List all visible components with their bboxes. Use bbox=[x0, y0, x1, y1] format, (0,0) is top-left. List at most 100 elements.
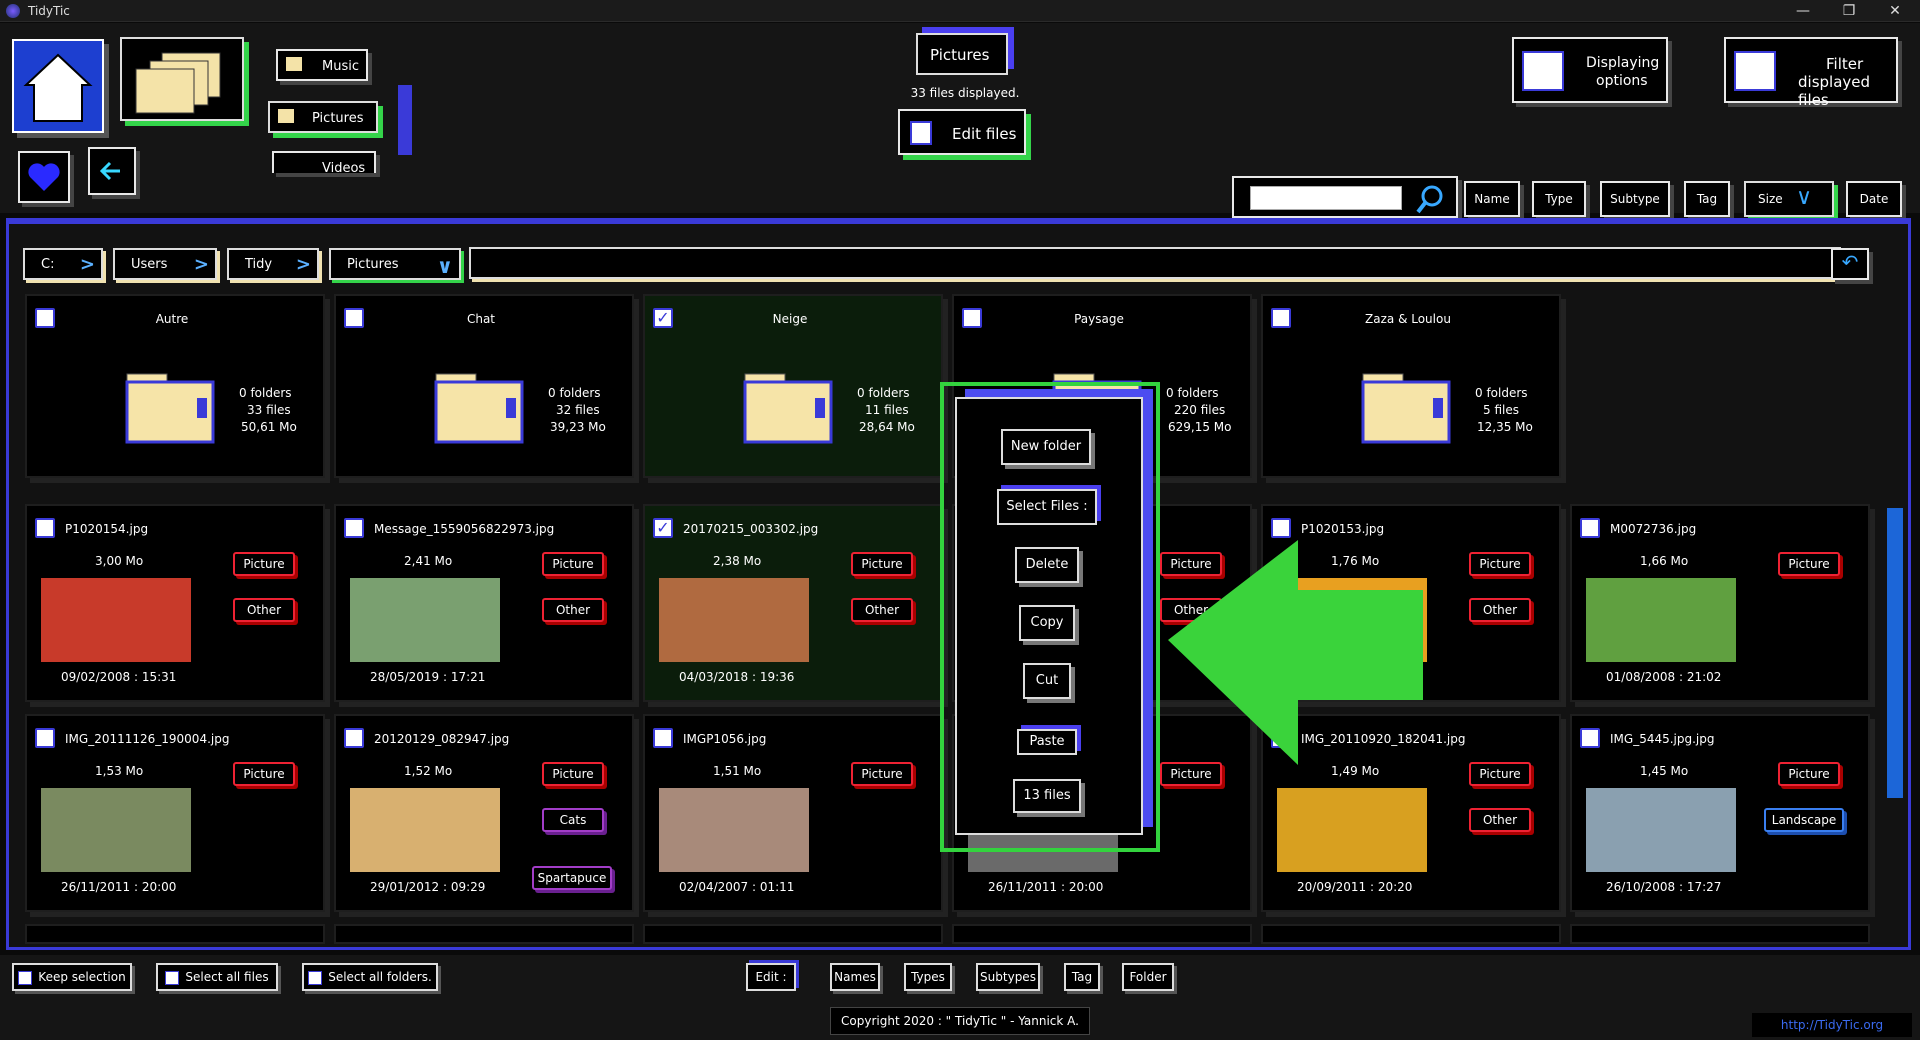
folder-tile[interactable]: Autre 0 folders 33 files 50,61 Mo bbox=[25, 294, 325, 478]
image-thumbnail[interactable] bbox=[41, 788, 191, 872]
vertical-scrollbar[interactable] bbox=[1887, 508, 1903, 798]
image-thumbnail[interactable] bbox=[1586, 788, 1736, 872]
file-tile[interactable]: Message_1559056822973.jpg 2,41 Mo 28/05/… bbox=[334, 504, 634, 702]
file-tag[interactable]: Other bbox=[542, 598, 604, 622]
sort-tag-button[interactable]: Tag bbox=[1684, 181, 1730, 217]
sort-type-button[interactable]: Type bbox=[1532, 181, 1586, 217]
breadcrumb-users[interactable]: Users > bbox=[113, 248, 217, 280]
search-icon[interactable] bbox=[1414, 182, 1448, 216]
edit-tag-button[interactable]: Tag bbox=[1064, 963, 1100, 991]
paste-button[interactable]: Paste bbox=[1017, 729, 1077, 755]
file-tag[interactable]: Landscape bbox=[1764, 808, 1844, 832]
sort-date-button[interactable]: Date bbox=[1846, 181, 1902, 217]
file-tile-partial[interactable] bbox=[25, 924, 325, 944]
edit-folder-button[interactable]: Folder bbox=[1122, 963, 1174, 991]
folder-tile[interactable]: Chat 0 folders 32 files 39,23 Mo bbox=[334, 294, 634, 478]
folder-size: 50,61 Mo bbox=[241, 420, 297, 434]
edit-files-button[interactable]: Edit files bbox=[898, 109, 1026, 155]
back-button[interactable] bbox=[88, 147, 136, 195]
new-folder-button[interactable]: New folder bbox=[1001, 429, 1091, 465]
file-tag[interactable]: Picture bbox=[851, 552, 913, 576]
file-tag[interactable]: Picture bbox=[233, 552, 295, 576]
file-tag[interactable]: Other bbox=[1469, 598, 1531, 622]
breadcrumb-c[interactable]: C: > bbox=[23, 248, 103, 280]
displaying-options-button[interactable]: Displaying options bbox=[1512, 37, 1668, 103]
image-thumbnail[interactable] bbox=[659, 788, 809, 872]
file-checkbox[interactable] bbox=[35, 518, 55, 538]
favorites-button[interactable] bbox=[18, 151, 70, 203]
image-thumbnail[interactable] bbox=[350, 788, 500, 872]
image-thumbnail[interactable] bbox=[1586, 578, 1736, 662]
minimize-button[interactable]: — bbox=[1780, 0, 1826, 22]
file-tile-partial[interactable] bbox=[1261, 924, 1561, 944]
app-title: TidyTic bbox=[28, 4, 70, 18]
file-checkbox[interactable] bbox=[1580, 518, 1600, 538]
file-tag[interactable]: Other bbox=[851, 598, 913, 622]
close-button[interactable]: ✕ bbox=[1872, 0, 1918, 22]
breadcrumb-pictures[interactable]: Pictures ∨ bbox=[329, 248, 461, 280]
maximize-button[interactable]: ❐ bbox=[1826, 0, 1872, 22]
sort-size-button[interactable]: Size ∨ bbox=[1744, 181, 1834, 217]
file-tile[interactable]: IMG_5445.jpg.jpg 1,45 Mo 26/10/2008 : 17… bbox=[1570, 714, 1870, 912]
select-files-button[interactable]: Select Files : bbox=[997, 489, 1097, 525]
folders-view-button[interactable] bbox=[120, 37, 244, 121]
select-all-files-button[interactable]: Select all files bbox=[156, 963, 278, 991]
breadcrumb-tidy[interactable]: Tidy > bbox=[227, 248, 319, 280]
file-checkbox[interactable] bbox=[344, 518, 364, 538]
nav-music[interactable]: Music bbox=[276, 49, 368, 81]
file-tile[interactable]: ✓ 20170215_003302.jpg 2,38 Mo 04/03/2018… bbox=[643, 504, 943, 702]
file-tag[interactable]: Picture bbox=[1778, 762, 1840, 786]
file-tile[interactable]: IMG_20111126_190004.jpg 1,53 Mo 26/11/20… bbox=[25, 714, 325, 912]
undo-button[interactable]: ↶ bbox=[1831, 248, 1869, 280]
file-tag[interactable]: Picture bbox=[1469, 552, 1531, 576]
file-checkbox[interactable] bbox=[1271, 518, 1291, 538]
delete-button[interactable]: Delete bbox=[1015, 547, 1079, 583]
file-tile[interactable]: IMGP1056.jpg 1,51 Mo 02/04/2007 : 01:11 P… bbox=[643, 714, 943, 912]
file-tile-partial[interactable] bbox=[643, 924, 943, 944]
file-tile[interactable]: 20120129_082947.jpg 1,52 Mo 29/01/2012 :… bbox=[334, 714, 634, 912]
file-tag[interactable]: Picture bbox=[1469, 762, 1531, 786]
folder-tile[interactable]: ✓ Neige 0 folders 11 files 28,64 Mo bbox=[643, 294, 943, 478]
file-tile-partial[interactable] bbox=[334, 924, 634, 944]
search-input[interactable] bbox=[1250, 186, 1402, 210]
file-checkbox[interactable] bbox=[653, 728, 673, 748]
edit-types-button[interactable]: Types bbox=[904, 963, 952, 991]
image-thumbnail[interactable] bbox=[41, 578, 191, 662]
filter-files-button[interactable]: Filter displayed files bbox=[1724, 37, 1898, 109]
file-tag[interactable]: Other bbox=[233, 598, 295, 622]
nav-scrollbar[interactable] bbox=[398, 85, 412, 155]
sort-name-button[interactable]: Name bbox=[1464, 181, 1520, 217]
edit-names-button[interactable]: Names bbox=[830, 963, 880, 991]
file-checkbox[interactable]: ✓ bbox=[653, 518, 673, 538]
copy-button[interactable]: Copy bbox=[1019, 605, 1075, 641]
nav-pictures[interactable]: Pictures bbox=[268, 101, 378, 133]
image-thumbnail[interactable] bbox=[350, 578, 500, 662]
file-checkbox[interactable] bbox=[35, 728, 55, 748]
keep-selection-button[interactable]: Keep selection bbox=[12, 963, 132, 991]
cut-button[interactable]: Cut bbox=[1023, 663, 1071, 699]
file-tile-partial[interactable] bbox=[1570, 924, 1870, 944]
file-tag[interactable]: Other bbox=[1469, 808, 1531, 832]
home-button[interactable] bbox=[12, 39, 104, 133]
image-thumbnail[interactable] bbox=[1277, 788, 1427, 872]
folder-tile[interactable]: Zaza & Loulou 0 folders 5 files 12,35 Mo bbox=[1261, 294, 1561, 478]
select-all-folders-button[interactable]: Select all folders. bbox=[302, 963, 438, 991]
file-tag[interactable]: Spartapuce bbox=[532, 866, 612, 890]
sort-subtype-button[interactable]: Subtype bbox=[1600, 181, 1670, 217]
file-tag[interactable]: Picture bbox=[542, 762, 604, 786]
file-checkbox[interactable] bbox=[344, 728, 364, 748]
file-tag[interactable]: Picture bbox=[233, 762, 295, 786]
file-checkbox[interactable] bbox=[1580, 728, 1600, 748]
image-thumbnail[interactable] bbox=[659, 578, 809, 662]
file-tag[interactable]: Picture bbox=[542, 552, 604, 576]
file-tile[interactable]: P1020154.jpg 3,00 Mo 09/02/2008 : 15:31 P… bbox=[25, 504, 325, 702]
website-link[interactable]: http://TidyTic.org bbox=[1752, 1013, 1912, 1037]
file-tag[interactable]: Picture bbox=[1778, 552, 1840, 576]
file-tag[interactable]: Picture bbox=[851, 762, 913, 786]
edit-subtypes-button[interactable]: Subtypes bbox=[976, 963, 1040, 991]
nav-videos[interactable]: Videos bbox=[272, 151, 376, 173]
file-tile-partial[interactable] bbox=[952, 924, 1252, 944]
edit-files-label: Edit files bbox=[952, 125, 1017, 143]
file-tile[interactable]: M0072736.jpg 1,66 Mo 01/08/2008 : 21:02 P… bbox=[1570, 504, 1870, 702]
file-tag[interactable]: Cats bbox=[542, 808, 604, 832]
